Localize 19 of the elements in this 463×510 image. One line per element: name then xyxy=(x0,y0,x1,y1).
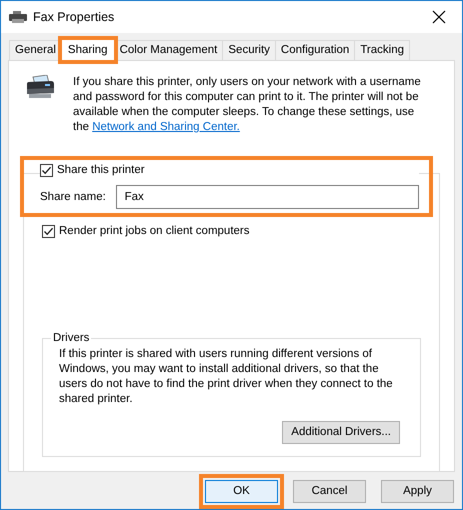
drivers-text: If this printer is shared with users running different versions of Windows, you may want to install additional drivers, so that the users do not have to find the print driver when they connect to the shared printer. xyxy=(59,347,394,407)
tab[interactable]: Sharing xyxy=(60,39,115,61)
printer-icon xyxy=(9,11,27,23)
tab[interactable]: Tracking xyxy=(354,40,410,60)
printer-icon xyxy=(25,75,55,99)
close-icon xyxy=(432,10,446,24)
network-sharing-link[interactable]: Network and Sharing Center. xyxy=(92,121,240,133)
dialog-button[interactable]: Cancel xyxy=(293,480,366,503)
checkbox[interactable] xyxy=(40,164,53,178)
dialog-button[interactable]: Apply xyxy=(381,480,454,503)
dialog-button[interactable]: OK xyxy=(205,480,278,503)
field-label: Share name: xyxy=(40,190,107,205)
description-text: If you share this printer, only users on your network with a username and password for this computer can print to it. The printer will not be available when the computer sleeps. To change these settings, use the Network and Sharing Center. xyxy=(73,75,422,135)
share-name-field[interactable]: Fax xyxy=(116,185,419,210)
checkbox-label: Share this printer xyxy=(57,163,145,178)
window-title: Fax Properties xyxy=(33,8,116,26)
checkbox[interactable] xyxy=(42,225,55,238)
additional-drivers-button[interactable]: Additional Drivers... xyxy=(282,421,400,444)
checkbox-label: Render print jobs on client computers xyxy=(59,224,250,240)
